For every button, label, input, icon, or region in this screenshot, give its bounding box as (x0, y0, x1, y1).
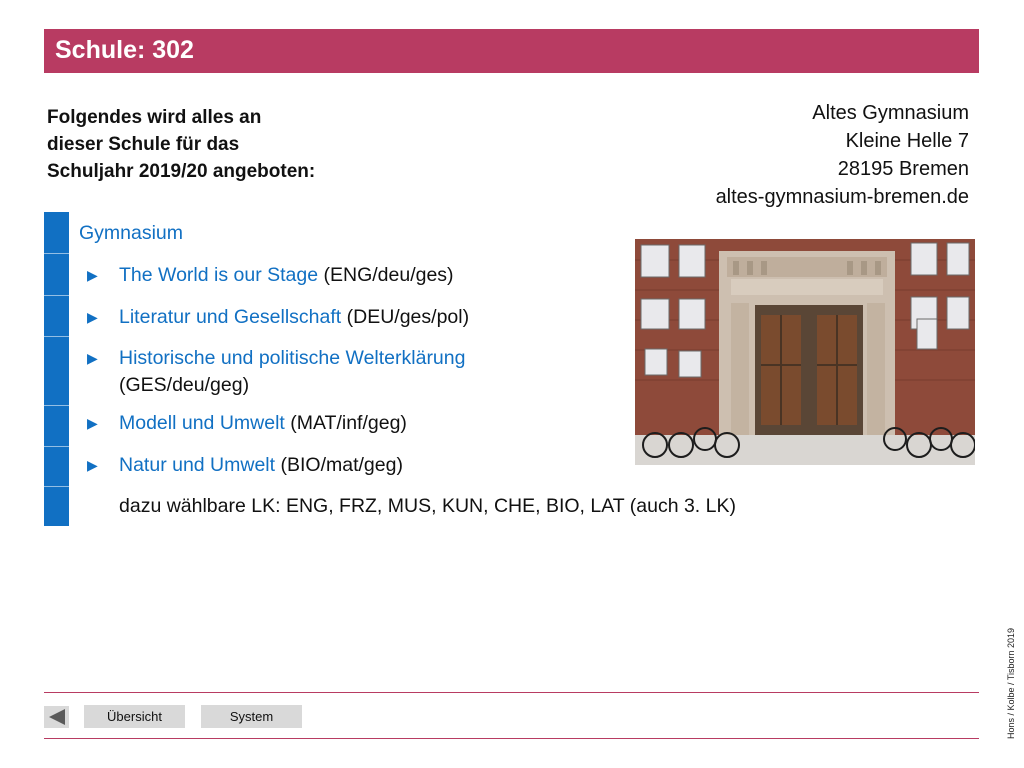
profile-codes: (GES/deu/geg) (119, 374, 250, 396)
intro-line: Folgendes wird alles an (47, 107, 262, 128)
intro-text: Folgendes wird alles an dieser Schule fü… (47, 104, 407, 185)
school-type: Gymnasium (79, 222, 184, 244)
elective-note: dazu wählbare LK: ENG, FRZ, MUS, KUN, CH… (119, 495, 736, 517)
credit-text: Hons / Kolbe / Tisborn 2019 (1006, 627, 1016, 739)
system-button[interactable]: System (201, 705, 302, 728)
profile-codes: (DEU/ges/pol) (346, 306, 470, 328)
profile-name[interactable]: The World is our Stage (119, 264, 318, 286)
triangle-right-icon: ▶ (87, 457, 98, 473)
triangle-right-icon: ▶ (87, 415, 98, 431)
profile-name[interactable]: Modell und Umwelt (119, 412, 285, 434)
triangle-right-icon: ▶ (87, 309, 98, 325)
triangle-right-icon: ▶ (87, 350, 98, 366)
profile-name[interactable]: Historische und politische Welterklärung (119, 347, 465, 369)
profile-name[interactable]: Literatur und Gesellschaft (119, 306, 341, 328)
profile-codes: (ENG/deu/ges) (323, 264, 454, 286)
school-address: Altes Gymnasium Kleine Helle 7 28195 Bre… (716, 99, 969, 211)
school-street: Kleine Helle 7 (845, 130, 969, 152)
page-title: Schule: 302 (55, 36, 194, 64)
intro-line: Schuljahr 2019/20 angeboten: (47, 161, 316, 182)
list-accent-bar (44, 212, 69, 526)
profile-name[interactable]: Natur und Umwelt (119, 454, 275, 476)
profile-codes: (MAT/inf/geg) (290, 412, 407, 434)
overview-button[interactable]: Übersicht (84, 705, 185, 728)
school-name: Altes Gymnasium (812, 102, 969, 124)
school-website[interactable]: altes-gymnasium-bremen.de (716, 183, 969, 211)
footer-divider (44, 738, 979, 739)
school-city: 28195 Bremen (837, 158, 969, 180)
triangle-left-icon (49, 709, 65, 725)
title-bar: Schule: 302 (44, 29, 979, 73)
footer-divider (44, 692, 979, 693)
school-building-photo (635, 239, 975, 465)
back-button[interactable] (44, 706, 69, 728)
triangle-right-icon: ▶ (87, 267, 98, 283)
intro-line: dieser Schule für das (47, 134, 240, 155)
profile-codes: (BIO/mat/geg) (280, 454, 403, 476)
